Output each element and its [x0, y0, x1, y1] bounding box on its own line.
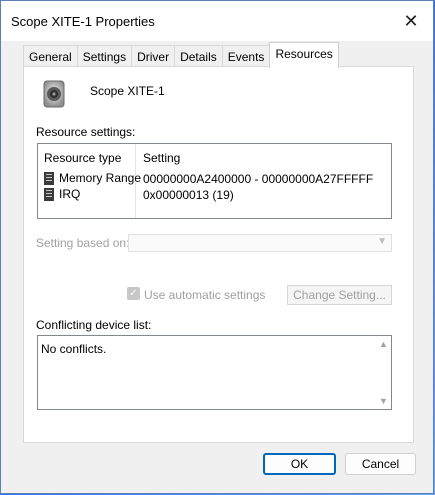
properties-dialog: Scope XITE-1 Properties ✕ General Settin…: [0, 0, 434, 494]
tab-settings[interactable]: Settings: [76, 45, 133, 68]
setting-based-on-label: Setting based on:: [36, 236, 130, 250]
tab-driver[interactable]: Driver: [131, 45, 176, 68]
tab-resources[interactable]: Resources: [269, 42, 339, 68]
close-icon[interactable]: ✕: [391, 5, 431, 37]
window-title: Scope XITE-1 Properties: [11, 14, 155, 29]
setting-based-on-select[interactable]: ▼: [128, 234, 392, 252]
resource-type: Memory Range: [59, 171, 142, 185]
cancel-button[interactable]: Cancel: [345, 453, 416, 475]
change-setting-button[interactable]: Change Setting...: [287, 285, 392, 305]
device-name: Scope XITE-1: [90, 84, 165, 98]
resource-type: IRQ: [59, 187, 81, 201]
conflicting-device-list-label: Conflicting device list:: [36, 318, 152, 332]
tab-general[interactable]: General: [23, 45, 78, 68]
tab-events[interactable]: Events: [221, 45, 271, 68]
title-bar: Scope XITE-1 Properties ✕: [1, 1, 433, 41]
use-automatic-settings-checkbox[interactable]: ✓: [127, 287, 140, 300]
resource-setting: 0x00000013 (19): [143, 188, 234, 202]
resource-setting: 00000000A2400000 - 00000000A27FFFFF: [143, 172, 374, 186]
resource-row[interactable]: IRQ: [44, 186, 80, 202]
conflicting-device-list[interactable]: No conflicts. ▲ ▼: [37, 335, 392, 410]
scroll-up-icon[interactable]: ▲: [379, 339, 388, 349]
scroll-down-icon[interactable]: ▼: [379, 396, 388, 406]
tab-details[interactable]: Details: [174, 45, 223, 68]
chevron-down-icon: ▼: [377, 236, 387, 247]
column-header-setting[interactable]: Setting: [143, 151, 180, 165]
chip-icon: [44, 187, 54, 201]
resources-panel: Scope XITE-1 Resource settings: Resource…: [23, 66, 414, 443]
resource-list[interactable]: Resource type Setting Memory Range 00000…: [37, 143, 392, 219]
tab-strip: General Settings Driver Details Events R…: [23, 42, 339, 68]
chip-icon: [44, 171, 54, 185]
column-header-resource-type[interactable]: Resource type: [44, 151, 121, 165]
resource-settings-label: Resource settings:: [36, 125, 136, 139]
resource-row[interactable]: Memory Range: [44, 170, 141, 186]
scrollbar[interactable]: ▲ ▼: [376, 336, 391, 409]
use-automatic-settings-label: Use automatic settings: [144, 288, 266, 302]
conflicts-text: No conflicts.: [41, 342, 107, 356]
speaker-icon: [43, 80, 65, 108]
ok-button[interactable]: OK: [263, 453, 336, 475]
